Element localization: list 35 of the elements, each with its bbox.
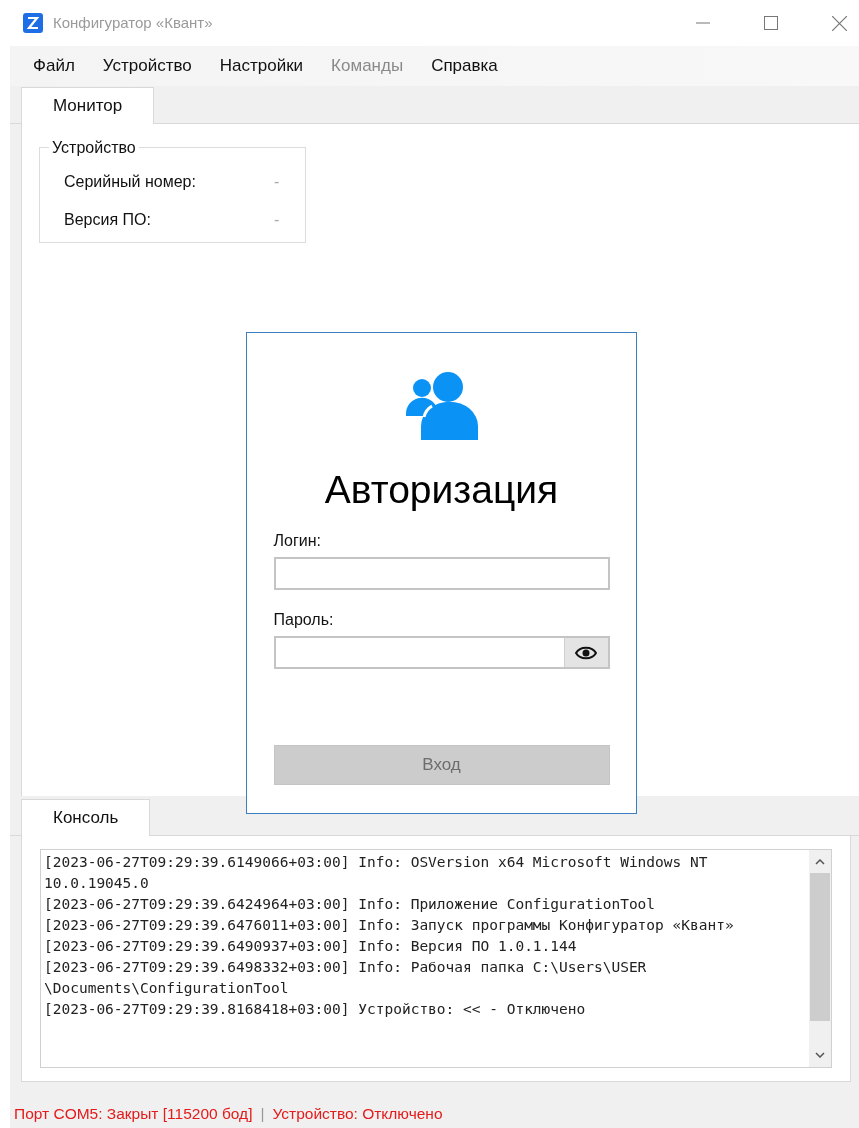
field-value: - <box>274 210 280 230</box>
dialog-title: Авторизация <box>324 467 559 513</box>
users-icon <box>404 370 479 440</box>
password-label: Пароль: <box>273 610 335 630</box>
window-title: Конфигуратор «Квант» <box>53 12 213 33</box>
port-status: Порт COM5: Закрыт [115200 бод] <box>14 1103 253 1124</box>
field-label: Версия ПО: <box>64 210 152 230</box>
close-icon[interactable] <box>832 15 847 31</box>
device-status: Устройство: Отключено <box>272 1103 443 1124</box>
scrollbar[interactable] <box>809 850 831 1067</box>
login-label: Логин: <box>273 531 322 551</box>
password-field[interactable] <box>273 636 610 669</box>
scroll-up-icon[interactable] <box>815 859 825 865</box>
log-line: [2023-06-27T09:29:39.6476011+03:00] Info: Запуск программы Конфигуратор «Квант» <box>44 916 735 935</box>
maximize-icon[interactable] <box>764 16 778 30</box>
show-password-button[interactable] <box>563 638 608 667</box>
log-line: [2023-06-27T09:29:39.6490937+03:00] Info: Версия ПО 1.0.1.144 <box>44 937 578 956</box>
login-field[interactable] <box>273 557 610 590</box>
menu-item[interactable]: Справка <box>420 53 509 79</box>
tab[interactable]: Монитор <box>21 87 155 124</box>
menu-item[interactable]: Настройки <box>208 53 315 79</box>
field-value: - <box>274 172 280 192</box>
app-logo-icon <box>23 13 43 33</box>
field-label: Серийный номер: <box>64 172 197 192</box>
tab[interactable]: Консоль <box>21 799 151 836</box>
scroll-down-icon[interactable] <box>815 1052 825 1058</box>
log-line: [2023-06-27T09:29:39.6149066+03:00] Info: OSVersion x64 Microsoft Windows NT 10.0.19045.0 <box>44 853 709 893</box>
log-line: [2023-06-27T09:29:39.8168418+03:00] Устройство: << - Отключено <box>44 1000 587 1019</box>
menu-item[interactable]: Файл <box>22 53 86 79</box>
status-separator: | <box>260 1103 265 1124</box>
scroll-thumb[interactable] <box>810 873 830 1021</box>
log-line: [2023-06-27T09:29:39.6498332+03:00] Info: Рабочая папка C:\Users\USER \Documents\ConfigurationTool <box>44 958 648 998</box>
menu-item[interactable]: Устройство <box>91 53 203 79</box>
log-line: [2023-06-27T09:29:39.6424964+03:00] Info: Приложение ConfigurationTool <box>44 895 657 914</box>
eye-icon <box>575 645 597 660</box>
